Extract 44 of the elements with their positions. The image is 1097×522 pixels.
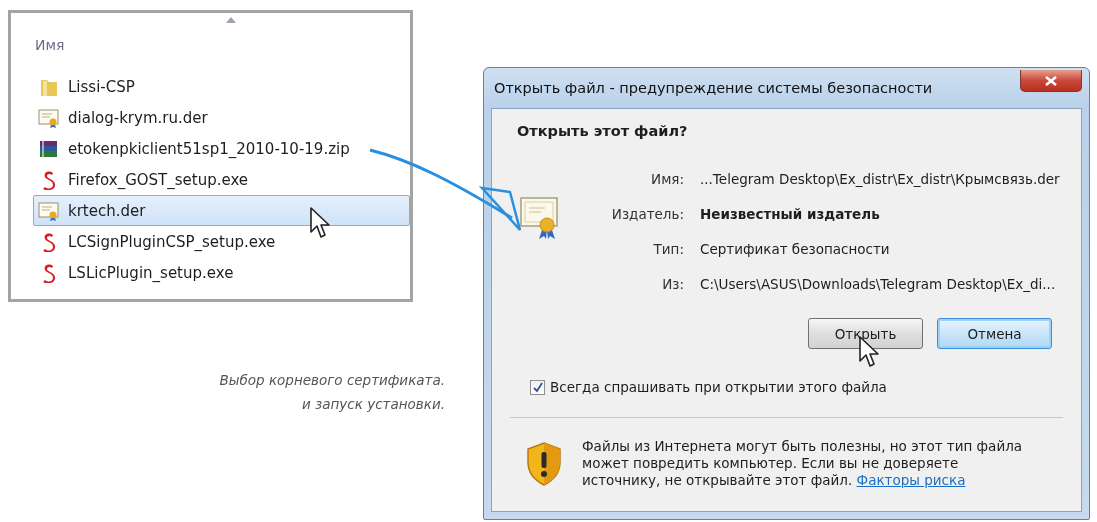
dialog-heading: Открыть этот файл?	[517, 123, 688, 139]
sort-arrow-icon	[226, 17, 236, 23]
certificate-icon	[38, 107, 60, 128]
certificate-icon	[520, 196, 560, 240]
caption-line: Выбор корневого сертификата.	[219, 371, 445, 390]
installer-icon	[41, 231, 57, 252]
risk-factors-link[interactable]: Факторы риска	[856, 472, 966, 488]
installer-icon	[41, 169, 57, 190]
field-label: Тип:	[652, 241, 684, 257]
file-row[interactable]: etokenpkiclient51sp1_2010-10-19.zip	[33, 133, 410, 164]
close-button[interactable]	[1020, 70, 1082, 92]
warning-text: Файлы из Интернета могут быть полезны, но этот тип файла может повредить компьютер. Если вы не доверяете источнику, не открывайте этот файл. Факторы риска	[582, 438, 1024, 489]
file-name: Firefox_GOST_setup.exe	[68, 170, 249, 189]
archive-icon	[39, 138, 59, 159]
file-row[interactable]: dialog-krym.ru.der	[33, 102, 410, 133]
mouse-pointer-icon	[309, 206, 333, 240]
installer-icon	[41, 262, 57, 283]
certificate-icon	[38, 200, 60, 221]
warning-shield-icon	[526, 441, 562, 486]
file-name: dialog-krym.ru.der	[68, 108, 208, 127]
cancel-button[interactable]: Отмена	[937, 318, 1052, 349]
file-row[interactable]: LCSignPluginCSP_setup.exe	[33, 226, 410, 257]
field-label: Из:	[661, 276, 684, 292]
file-name: LCSignPluginCSP_setup.exe	[68, 232, 276, 251]
file-name: LSLicPlugin_setup.exe	[68, 263, 234, 282]
checkbox-label[interactable]: Всегда спрашивать при открытии этого файла	[550, 379, 887, 395]
file-row[interactable]: Lissi-CSP	[33, 71, 410, 102]
field-value: Неизвестный издатель	[700, 206, 881, 222]
column-header[interactable]: Имя	[35, 37, 65, 53]
field-value: Сертификат безопасности	[700, 241, 891, 257]
file-row[interactable]: LSLicPlugin_setup.exe	[33, 257, 410, 288]
close-icon	[1045, 75, 1057, 86]
file-name: etokenpkiclient51sp1_2010-10-19.zip	[68, 139, 350, 158]
open-button[interactable]: Открыть	[808, 318, 923, 349]
checkbox[interactable]	[530, 379, 545, 395]
caption-line: и запуск установки.	[302, 395, 445, 414]
field-label: Имя:	[650, 171, 684, 187]
field-label: Издатель:	[610, 206, 684, 222]
window-title: Открыть файл - предупреждение системы безопасности	[493, 80, 933, 96]
file-name: krtech.der	[68, 201, 146, 220]
file-name: Lissi-CSP	[68, 77, 135, 96]
field-value: ...Telegram Desktop\Ex_distr\Ex_distr\Крымсвязь.der	[700, 171, 1060, 187]
field-value: C:\Users\ASUS\Downloads\Telegram Desktop\Ex_di...	[700, 276, 1057, 292]
file-row[interactable]: Firefox_GOST_setup.exe	[33, 164, 410, 195]
